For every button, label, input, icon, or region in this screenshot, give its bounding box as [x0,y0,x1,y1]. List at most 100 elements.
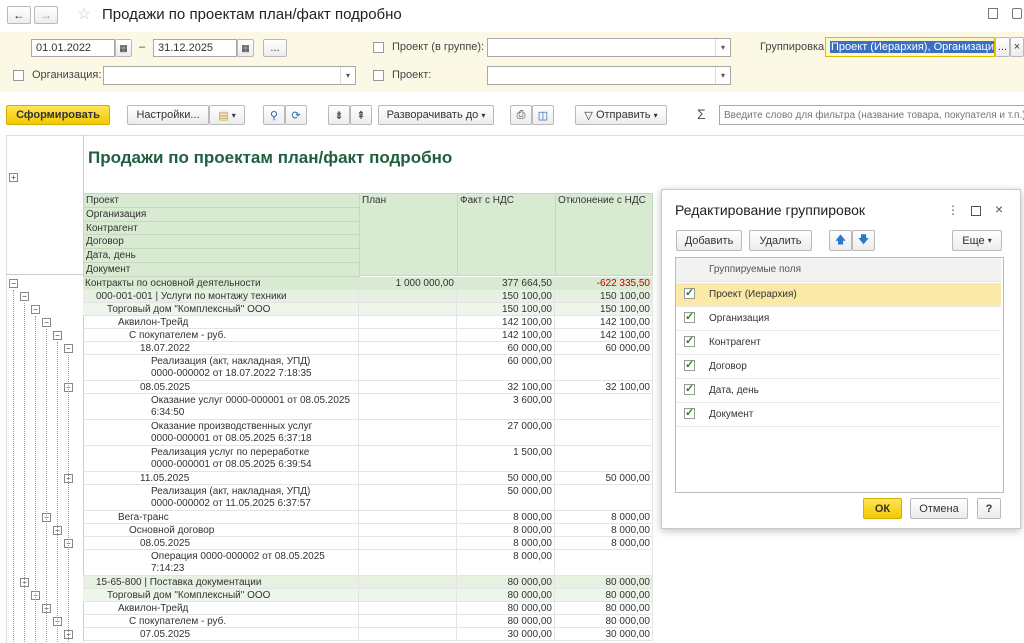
table-row[interactable]: Оказание услуг 0000-000001 от 08.05.2025… [83,394,653,420]
table-row[interactable]: Оказание производственных услуг 0000-000… [83,420,653,446]
expand-button[interactable]: ⇞ [350,105,372,125]
collapse-row-icon[interactable]: − [53,331,62,340]
table-row[interactable]: С покупателем - руб. 80 000,00 80 000,00 [83,615,653,628]
table-row[interactable]: Реализация услуг по переработке 0000-000… [83,446,653,472]
table-row[interactable]: С покупателем - руб. 142 100,00 142 100,00 [83,329,653,342]
table-row[interactable]: 000-001-001 | Услуги по монтажу техники 1… [83,290,653,303]
collapse-row-icon[interactable]: − [31,305,40,314]
table-row[interactable]: Торговый дом "Комплексный" ООО 80 000,00 8… [83,589,653,602]
calendar-to-icon[interactable]: ▦ [237,39,254,57]
collapse-button[interactable]: ⇟ [328,105,350,125]
grouping-select-button[interactable]: ... [995,37,1010,57]
settings-button[interactable]: Настройки... [127,105,209,125]
row-label: Аквилон-Трейд [83,602,359,615]
grouping-field-item[interactable]: ✓ Проект (Иерархия) [676,283,1001,307]
organization-input[interactable]: ▾ [103,66,356,85]
tree-guide-line [57,342,58,642]
project-group-input[interactable]: ▾ [487,38,731,57]
back-button[interactable]: ← [7,6,31,24]
table-row[interactable]: Основной договор 8 000,00 8 000,00 [83,524,653,537]
collapse-row-icon[interactable]: − [9,279,18,288]
row-fact: 142 100,00 [457,316,555,329]
table-row[interactable]: 18.07.2022 60 000,00 60 000,00 [83,342,653,355]
send-button[interactable]: ▽ Отправить ▾ [575,105,667,125]
save-icon[interactable] [988,8,998,19]
find-next-button[interactable]: ⟳ [285,105,307,125]
chevron-down-icon[interactable]: ▾ [715,39,730,56]
find-button[interactable]: ⚲ [263,105,285,125]
tree-guide-line [68,355,69,642]
checkbox-checked-icon[interactable]: ✓ [684,312,695,323]
help-button[interactable]: ? [977,498,1001,519]
organization-checkbox[interactable] [13,70,24,81]
maximize-icon[interactable] [971,206,981,216]
move-down-button[interactable]: 🡇 [852,230,875,251]
checkbox-checked-icon[interactable]: ✓ [684,288,695,299]
collapse-row-icon[interactable]: − [42,318,51,327]
forward-button[interactable]: → [34,6,58,24]
period-select-button[interactable]: ... [263,39,287,57]
table-row[interactable]: 11.05.2025 50 000,00 50 000,00 [83,472,653,485]
chevron-down-icon[interactable]: ▾ [340,67,355,84]
more-button[interactable]: Еще ▾ [952,230,1002,251]
chevron-down-icon[interactable]: ▾ [715,67,730,84]
collapse-rows-icon: ⇟ [334,109,344,122]
row-plan: 1 000 000,00 [359,277,457,290]
row-fact: 80 000,00 [457,602,555,615]
grouping-field-item[interactable]: ✓ Документ [676,403,1001,427]
expand-all-icon[interactable]: + [9,173,18,182]
table-row[interactable]: Вега-транс 8 000,00 8 000,00 [83,511,653,524]
variants-button[interactable]: ▤ ▾ [209,105,245,125]
cancel-button[interactable]: Отмена [910,498,968,519]
table-row[interactable]: 08.05.2025 32 100,00 32 100,00 [83,381,653,394]
table-row[interactable]: Аквилон-Трейд 80 000,00 80 000,00 [83,602,653,615]
table-row[interactable]: Торговый дом "Комплексный" ООО 150 100,00… [83,303,653,316]
sigma-icon[interactable]: Σ [697,106,706,122]
table-row[interactable]: Контракты по основной деятельности 1 000 … [83,277,653,290]
preview-button[interactable]: ◫ [532,105,554,125]
calendar-from-icon[interactable]: ▦ [115,39,132,57]
table-row[interactable]: 15-65-800 | Поставка документации 80 000,… [83,576,653,589]
row-plan [359,615,457,628]
add-button[interactable]: Добавить [676,230,742,251]
expand-to-button[interactable]: Разворачивать до ▾ [378,105,494,125]
table-row[interactable]: Реализация (акт, накладная, УПД) 0000-00… [83,355,653,381]
grouping-field-item[interactable]: ✓ Контрагент [676,331,1001,355]
delete-button[interactable]: Удалить [749,230,812,251]
row-dev: 142 100,00 [555,329,653,342]
row-fact: 3 600,00 [457,394,555,420]
move-up-button[interactable]: 🡅 [829,230,852,251]
table-row[interactable]: Аквилон-Трейд 142 100,00 142 100,00 [83,316,653,329]
grouping-list-header: Группируемые поля [676,258,1001,282]
favorite-star-icon[interactable]: ☆ [77,4,91,24]
date-from-input[interactable]: 01.01.2022 [31,39,115,57]
collapse-row-icon[interactable]: − [64,344,73,353]
table-row[interactable]: 07.05.2025 30 000,00 30 000,00 [83,628,653,641]
grouping-clear-icon[interactable]: × [1010,37,1024,57]
checkbox-checked-icon[interactable]: ✓ [684,408,695,419]
dialog-menu-icon[interactable]: ⋮ [947,203,959,217]
grouping-field-item[interactable]: ✓ Организация [676,307,1001,331]
checkbox-checked-icon[interactable]: ✓ [684,384,695,395]
ok-button[interactable]: ОК [863,498,902,519]
close-icon[interactable]: × [995,201,1003,217]
grouping-field-item[interactable]: ✓ Дата, день [676,379,1001,403]
project-input[interactable]: ▾ [487,66,731,85]
checkbox-checked-icon[interactable]: ✓ [684,336,695,347]
print-button[interactable]: ⎙ [510,105,532,125]
grouping-field-item[interactable]: ✓ Договор [676,355,1001,379]
print-icon[interactable] [1012,8,1022,19]
collapse-row-icon[interactable]: − [20,292,29,301]
table-row[interactable]: 08.05.2025 8 000,00 8 000,00 [83,537,653,550]
generate-button[interactable]: Сформировать [6,105,110,125]
table-row[interactable]: Реализация (акт, накладная, УПД) 0000-00… [83,485,653,511]
date-to-input[interactable]: 31.12.2025 [153,39,237,57]
checkbox-checked-icon[interactable]: ✓ [684,360,695,371]
table-row[interactable]: Операция 0000-000002 от 08.05.2025 7:14:… [83,550,653,576]
row-label: Оказание услуг 0000-000001 от 08.05.2025… [83,394,359,420]
grouping-input[interactable]: Проект (Иерархия), Организация [825,37,995,57]
row-fact: 80 000,00 [457,615,555,628]
project-checkbox[interactable] [373,70,384,81]
project-group-checkbox[interactable] [373,42,384,53]
search-input[interactable] [719,105,1024,125]
